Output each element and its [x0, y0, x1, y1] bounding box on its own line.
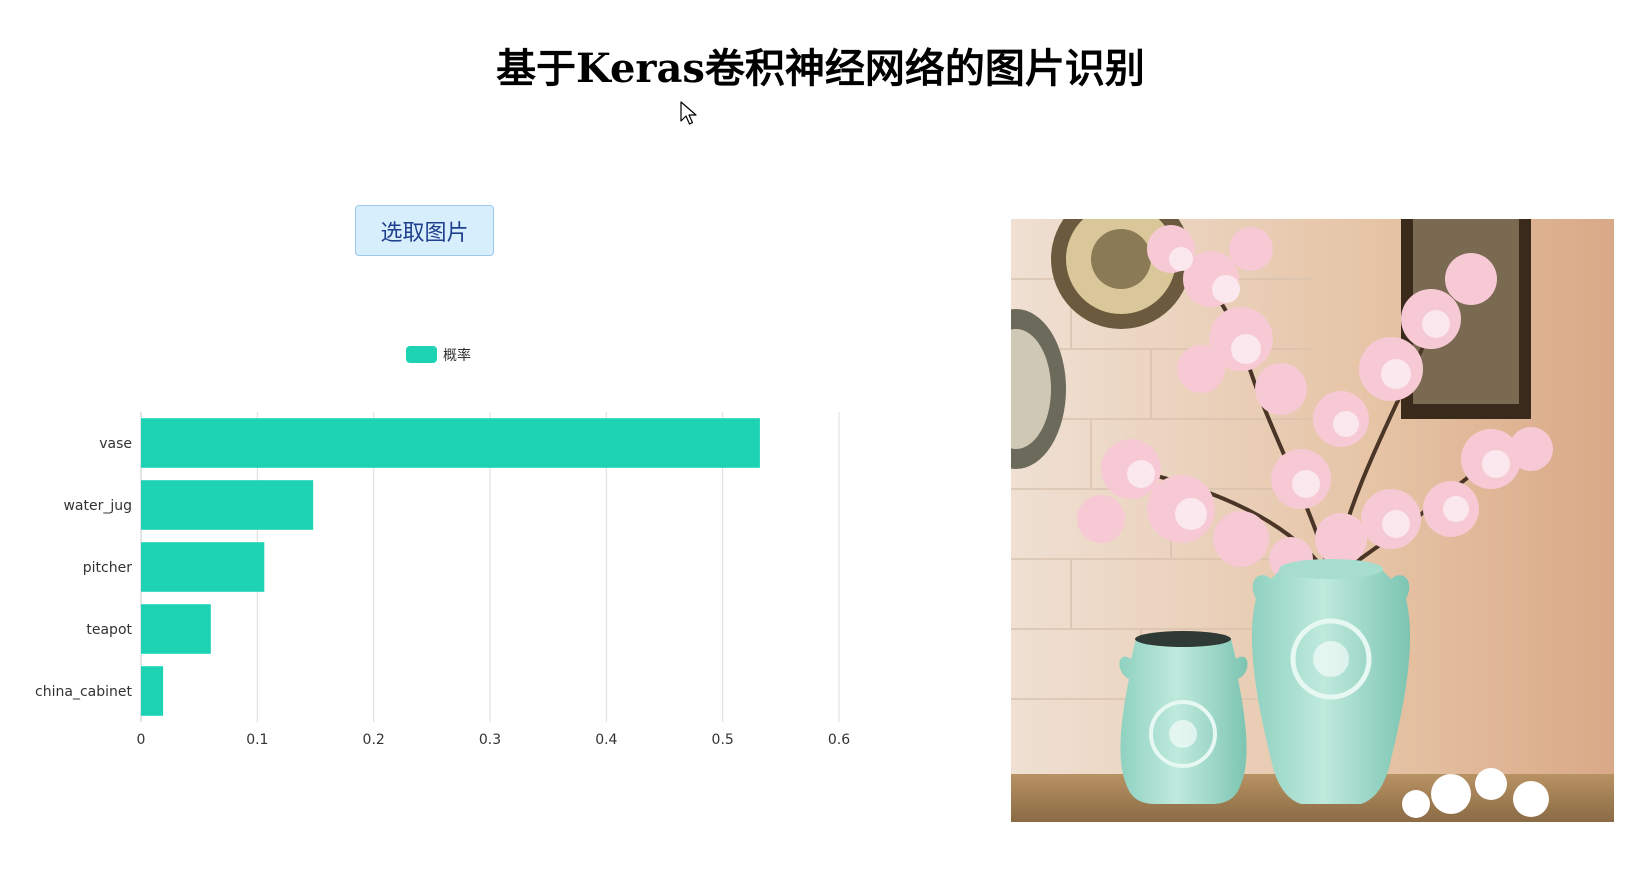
bar-china_cabinet [141, 666, 164, 716]
legend-label: 概率 [443, 347, 471, 364]
select-image-button[interactable]: 选取图片 [355, 205, 494, 256]
x-tick-label: 0.4 [595, 732, 617, 748]
bar-water_jug [141, 480, 314, 530]
x-tick-label: 0.1 [246, 732, 268, 748]
x-tick-label: 0.3 [479, 732, 501, 748]
x-tick-label: 0.2 [363, 732, 385, 748]
page: 基于Keras卷积神经网络的图片识别 选取图片 概率 0 0.1 0.2 0.3 0.4 0… [0, 0, 1641, 890]
y-tick-label: china_cabinet [35, 684, 132, 700]
y-tick-label: water_jug [63, 498, 132, 514]
x-tick-label: 0 [137, 732, 146, 748]
bar-pitcher [141, 542, 265, 592]
y-tick-label: teapot [86, 622, 132, 638]
page-title: 基于Keras卷积神经网络的图片识别 [496, 45, 1145, 92]
x-tick-label: 0.5 [712, 732, 734, 748]
legend-swatch [406, 346, 437, 363]
y-tick-label: pitcher [83, 560, 132, 576]
mouse-cursor-icon [680, 101, 697, 125]
uploaded-image [1011, 219, 1614, 822]
bar-vase [141, 418, 760, 468]
bar-teapot [141, 604, 211, 654]
x-tick-label: 0.6 [828, 732, 850, 748]
probability-bar-chart: 概率 0 0.1 0.2 0.3 0.4 0.5 0.6 vase water_jugpitche… [35, 346, 850, 748]
y-tick-label: vase [99, 436, 132, 452]
